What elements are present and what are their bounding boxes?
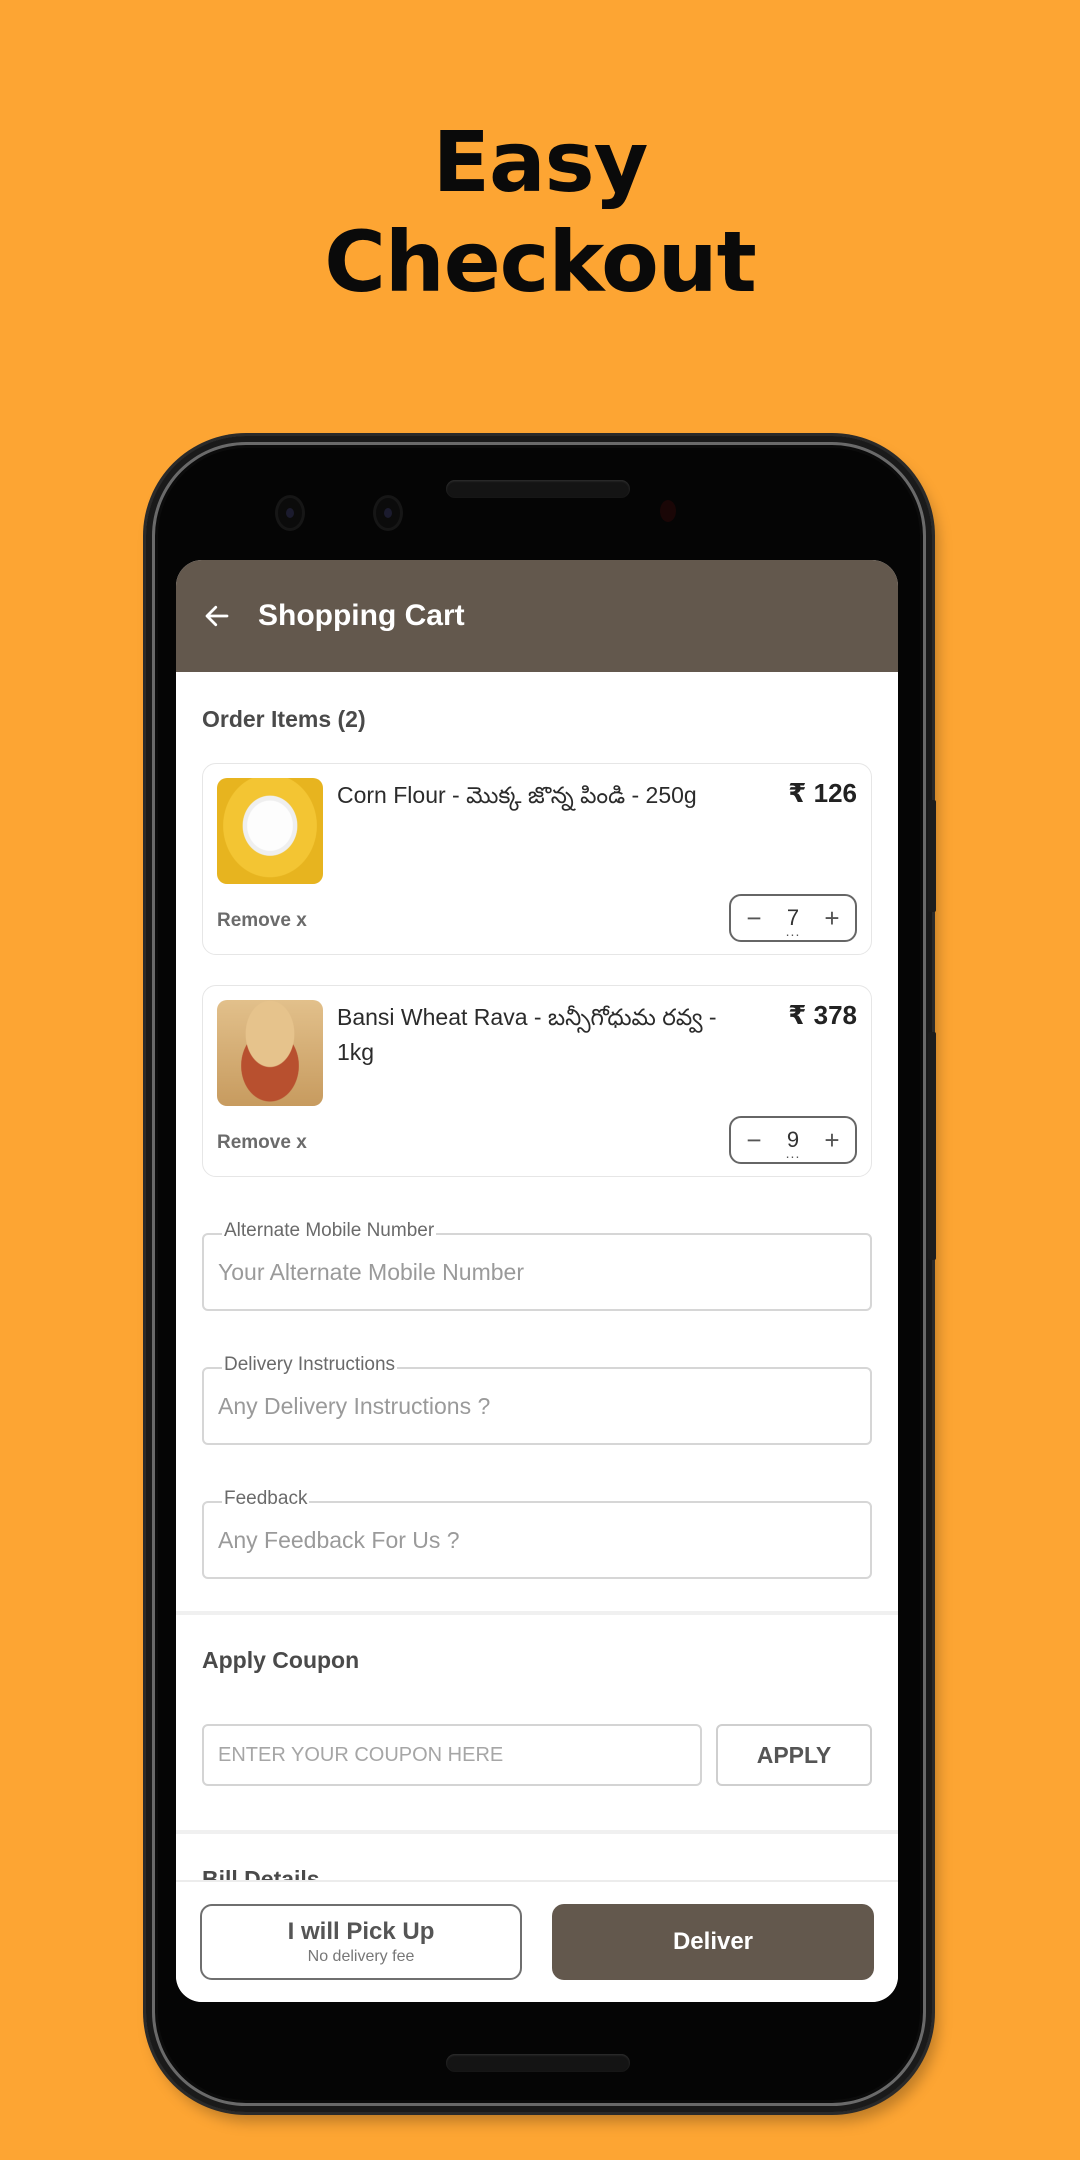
alternate-mobile-field: Alternate Mobile Number [202, 1220, 872, 1311]
feedback-label: Feedback [222, 1488, 310, 1510]
remove-item-button[interactable]: Remove x [217, 1132, 307, 1154]
product-name: Corn Flour - మొక్క జొన్న పిండి - 250g [337, 782, 697, 808]
phone-bottom-speaker [446, 2054, 630, 2072]
section-divider [176, 1611, 898, 1615]
phone-power-button [928, 800, 936, 912]
cart-content: Order Items (2) Corn Flour - మొక్క జొన్న… [176, 706, 898, 1579]
front-camera-icon [278, 498, 302, 528]
product-name: Bansi Wheat Rava - బన్సీగోధుమ రవ్వ - 1kg [337, 1004, 717, 1065]
alternate-mobile-input[interactable] [204, 1235, 870, 1309]
order-items-title: Order Items (2) [202, 706, 366, 732]
app-bar: Shopping Cart [176, 560, 898, 672]
phone-earpiece [446, 480, 630, 498]
proximity-sensor [660, 500, 676, 522]
apply-coupon-title: Apply Coupon [202, 1647, 360, 1673]
arrow-left-icon [205, 605, 229, 627]
quantity-value[interactable]: 7 [783, 905, 803, 931]
page-title: Shopping Cart [258, 599, 465, 632]
checkout-bar: I will Pick Up No delivery fee Deliver [176, 1880, 898, 2002]
delivery-instructions-label: Delivery Instructions [222, 1354, 398, 1376]
apply-coupon-button[interactable]: APPLY [716, 1724, 872, 1786]
delivery-instructions-field: Delivery Instructions [202, 1354, 872, 1445]
product-image-corn-flour [217, 778, 323, 884]
decrement-button[interactable]: − [743, 1127, 765, 1153]
product-price: ₹ 126 [788, 778, 857, 808]
promo-headline-line1: Easy [432, 113, 649, 211]
app-screen: Shopping Cart Order Items (2) Corn Flour… [176, 560, 898, 2002]
quantity-stepper: − 9 + [729, 1116, 857, 1164]
cart-item: Corn Flour - మొక్క జొన్న పిండి - 250g ₹ … [202, 763, 872, 955]
promo-headline: Easy Checkout [0, 112, 1080, 312]
back-button[interactable] [194, 593, 240, 639]
coupon-input[interactable] [204, 1726, 700, 1784]
front-camera-icon [376, 498, 400, 528]
coupon-row: APPLY [202, 1724, 872, 1786]
pickup-sublabel: No delivery fee [307, 1948, 415, 1965]
section-divider [176, 1830, 898, 1834]
product-price: ₹ 378 [788, 1000, 857, 1030]
quantity-stepper: − 7 + [729, 894, 857, 942]
remove-item-button[interactable]: Remove x [217, 910, 307, 932]
increment-button[interactable]: + [821, 1127, 843, 1153]
promo-headline-line2: Checkout [324, 213, 756, 311]
cart-item: Bansi Wheat Rava - బన్సీగోధుమ రవ్వ - 1kg… [202, 985, 872, 1177]
delivery-instructions-input[interactable] [204, 1369, 870, 1443]
increment-button[interactable]: + [821, 905, 843, 931]
quantity-value[interactable]: 9 [783, 1127, 803, 1153]
phone-volume-button [928, 1032, 936, 1260]
feedback-field: Feedback [202, 1488, 872, 1579]
deliver-button[interactable]: Deliver [552, 1904, 874, 1980]
pickup-label: I will Pick Up [287, 1918, 435, 1945]
decrement-button[interactable]: − [743, 905, 765, 931]
feedback-input[interactable] [204, 1503, 870, 1577]
alternate-mobile-label: Alternate Mobile Number [222, 1220, 437, 1242]
product-image-wheat-rava [217, 1000, 323, 1106]
pickup-button[interactable]: I will Pick Up No delivery fee [200, 1904, 522, 1980]
coupon-section: Apply Coupon APPLY [176, 1647, 898, 1786]
coupon-field [202, 1724, 702, 1786]
